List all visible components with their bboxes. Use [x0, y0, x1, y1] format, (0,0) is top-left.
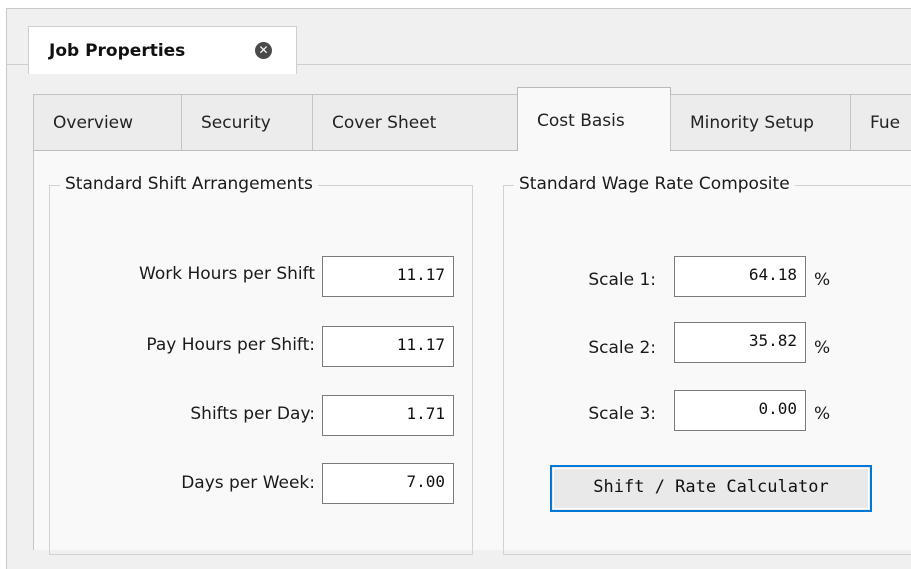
days-per-week-label: Days per Week:	[181, 473, 315, 493]
work-hours-label: Work Hours per Shift	[139, 264, 315, 284]
close-icon[interactable]: ✕	[255, 42, 272, 59]
tab-overview[interactable]: Overview	[33, 94, 182, 150]
shifts-per-day-label: Shifts per Day:	[190, 404, 315, 424]
tab-security[interactable]: Security	[181, 94, 313, 150]
scale-2-label: Scale 2:	[588, 338, 656, 358]
scale-3-unit: %	[814, 404, 831, 424]
shifts-per-day-input[interactable]	[322, 395, 454, 436]
shift-arrangements-title: Standard Shift Arrangements	[60, 174, 318, 194]
document-tabstrip: Job Properties ✕	[7, 9, 911, 74]
document-tab-job-properties[interactable]: Job Properties ✕	[28, 26, 297, 74]
scale-1-label: Scale 1:	[588, 270, 656, 290]
shift-rate-calculator-button[interactable]: Shift / Rate Calculator	[550, 465, 872, 512]
tab-cover-sheet[interactable]: Cover Sheet	[312, 94, 518, 150]
property-tabs: Overview Security Cover Sheet Cost Basis…	[33, 87, 911, 151]
wage-rate-composite-title: Standard Wage Rate Composite	[514, 174, 795, 194]
pay-hours-input[interactable]	[322, 326, 454, 367]
scale-2-input[interactable]	[674, 322, 806, 363]
scale-3-label: Scale 3:	[588, 404, 656, 424]
document-tab-title: Job Properties	[49, 41, 186, 61]
pay-hours-label: Pay Hours per Shift:	[146, 335, 315, 355]
button-focus-inner	[553, 468, 869, 509]
scale-1-unit: %	[814, 270, 831, 290]
scale-1-input[interactable]	[674, 256, 806, 297]
tab-fuel[interactable]: Fue	[850, 94, 911, 150]
tab-cost-basis[interactable]: Cost Basis	[517, 87, 671, 151]
days-per-week-input[interactable]	[322, 463, 454, 504]
scale-3-input[interactable]	[674, 390, 806, 431]
work-hours-input[interactable]	[322, 256, 454, 297]
tab-minority-setup[interactable]: Minority Setup	[670, 94, 851, 150]
scale-2-unit: %	[814, 338, 831, 358]
